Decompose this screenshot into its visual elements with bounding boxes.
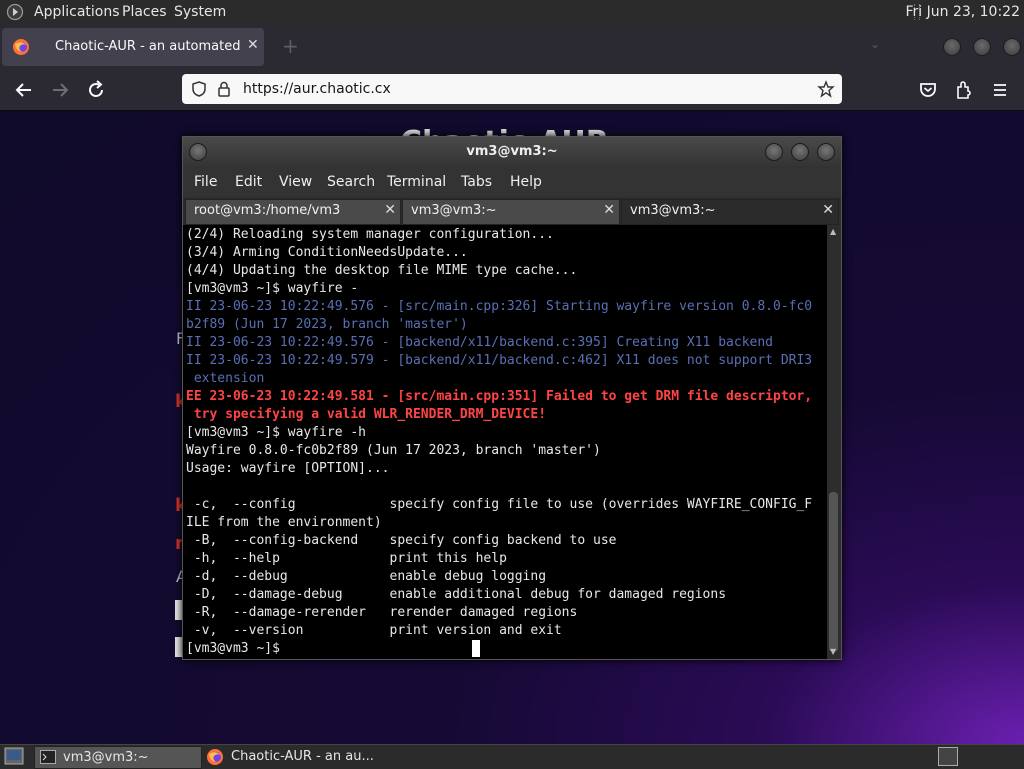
workspace-switcher[interactable] xyxy=(938,747,958,766)
url-bar[interactable]: https://aur.chaotic.cx xyxy=(182,74,842,104)
terminal-line: EE 23-06-23 10:22:49.581 - [src/main.cpp… xyxy=(186,389,813,404)
terminal-maximize-button[interactable] xyxy=(791,143,809,161)
applications-menu[interactable]: Applications xyxy=(34,4,120,20)
taskbar-label: vm3@vm3:~ xyxy=(63,750,149,765)
tab-close-icon[interactable]: ✕ xyxy=(603,202,615,218)
terminal-minimize-button[interactable] xyxy=(765,143,783,161)
firefox-icon xyxy=(13,39,29,55)
terminal-scrollbar[interactable]: ▲ ▼ xyxy=(827,225,841,659)
taskbar-firefox[interactable]: Chaotic-AUR - an au... xyxy=(204,746,404,767)
tab-close-icon[interactable]: ✕ xyxy=(384,202,396,218)
scroll-down-icon[interactable]: ▼ xyxy=(830,647,836,656)
terminal-line: -R, --damage-rerender rerender damaged r… xyxy=(186,605,578,620)
menu-terminal[interactable]: Terminal xyxy=(387,174,446,190)
browser-nav-bar: https://aur.chaotic.cx xyxy=(0,70,1024,111)
browser-tab-bar: Chaotic-AUR - an automated bu ✕ + ⌄ xyxy=(0,25,1024,70)
terminal-line: -D, --damage-debug enable additional deb… xyxy=(186,587,727,602)
menu-file[interactable]: File xyxy=(194,174,217,190)
menu-help[interactable]: Help xyxy=(510,174,542,190)
firefox-icon xyxy=(207,749,223,765)
terminal-tab-root[interactable]: root@vm3:/home/vm3 ✕ xyxy=(185,199,401,225)
terminal-tab-label: vm3@vm3:~ xyxy=(630,203,716,218)
terminal-line: [vm3@vm3 ~]$ xyxy=(186,641,288,656)
terminal-tab-label: vm3@vm3:~ xyxy=(411,203,497,218)
shield-icon[interactable] xyxy=(190,80,208,98)
terminal-line: II 23-06-23 10:22:49.576 - [src/main.cpp… xyxy=(186,299,813,314)
taskbar-label: Chaotic-AUR - an au... xyxy=(231,749,374,764)
terminal-line: II 23-06-23 10:22:49.579 - [backend/x11/… xyxy=(186,353,813,368)
terminal-line: (2/4) Reloading system manager configura… xyxy=(186,227,554,242)
terminal-line: [vm3@vm3 ~]$ wayfire -h xyxy=(186,425,367,440)
reload-icon[interactable] xyxy=(84,78,108,102)
terminal-line: [vm3@vm3 ~]$ wayfire - xyxy=(186,281,359,296)
bookmark-star-icon[interactable] xyxy=(817,80,835,98)
terminal-line: II 23-06-23 10:22:49.576 - [backend/x11/… xyxy=(186,335,773,350)
url-text[interactable]: https://aur.chaotic.cx xyxy=(243,81,391,97)
terminal-tab-label: root@vm3:/home/vm3 xyxy=(194,203,341,218)
menu-view[interactable]: View xyxy=(279,174,312,190)
back-arrow-icon[interactable] xyxy=(12,78,36,102)
lock-icon[interactable] xyxy=(216,80,232,98)
terminal-output[interactable]: (2/4) Reloading system manager configura… xyxy=(183,225,827,659)
top-panel: Applications Places System Fri Jun 23, 1… xyxy=(0,0,1024,26)
terminal-line: -c, --config specify config file to use … xyxy=(186,497,813,512)
hamburger-menu-icon[interactable] xyxy=(988,78,1012,102)
terminal-tab-vm3[interactable]: vm3@vm3:~ ✕ xyxy=(402,199,620,225)
terminal-line: -B, --config-backend specify config back… xyxy=(186,533,617,548)
minimize-button[interactable] xyxy=(943,38,961,56)
menu-tabs[interactable]: Tabs xyxy=(461,174,492,190)
menu-search[interactable]: Search xyxy=(327,174,375,190)
terminal-window: vm3@vm3:~ File Edit View Search Terminal… xyxy=(182,136,842,660)
new-tab-icon[interactable]: + xyxy=(282,34,299,58)
terminal-tab-active[interactable]: vm3@vm3:~ ✕ xyxy=(621,199,839,225)
tab-close-icon[interactable]: ✕ xyxy=(247,37,259,53)
terminal-icon xyxy=(40,750,56,764)
terminal-menubar: File Edit View Search Terminal Tabs Help xyxy=(183,167,841,197)
scroll-up-icon[interactable]: ▲ xyxy=(830,227,836,236)
terminal-close-button[interactable] xyxy=(817,143,835,161)
terminal-line: (4/4) Updating the desktop file MIME typ… xyxy=(186,263,578,278)
terminal-line: b2f89 (Jun 17 2023, branch 'master') xyxy=(186,317,468,332)
terminal-line: (3/4) Arming ConditionNeedsUpdate... xyxy=(186,245,468,260)
clock[interactable]: Fri Jun 23, 10:22 xyxy=(905,4,1020,20)
forward-arrow-icon[interactable] xyxy=(48,78,72,102)
terminal-line: Wayfire 0.8.0-fc0b2f89 (Jun 17 2023, bra… xyxy=(186,443,601,458)
system-menu[interactable]: System xyxy=(174,4,226,20)
taskbar-terminal[interactable]: vm3@vm3:~ xyxy=(34,746,202,769)
browser-tab[interactable]: Chaotic-AUR - an automated bu ✕ xyxy=(2,28,264,66)
menu-edit[interactable]: Edit xyxy=(235,174,262,190)
show-desktop-icon[interactable] xyxy=(4,747,24,765)
tab-list-chevron-icon[interactable]: ⌄ xyxy=(870,37,880,51)
terminal-line: -d, --debug enable debug logging xyxy=(186,569,547,584)
terminal-tab-bar: root@vm3:/home/vm3 ✕ vm3@vm3:~ ✕ vm3@vm3… xyxy=(183,197,841,225)
pocket-icon[interactable] xyxy=(916,78,940,102)
terminal-line: -v, --version print version and exit xyxy=(186,623,562,638)
bottom-taskbar: vm3@vm3:~ Chaotic-AUR - an au... xyxy=(0,744,1024,769)
terminal-title: vm3@vm3:~ xyxy=(466,144,558,159)
gnome-foot-icon[interactable] xyxy=(6,3,24,21)
terminal-line: try specifying a valid WLR_RENDER_DRM_DE… xyxy=(186,407,547,422)
maximize-button[interactable] xyxy=(973,38,991,56)
close-window-button[interactable] xyxy=(1003,38,1021,56)
terminal-line: ILE from the environment) xyxy=(186,515,382,530)
terminal-line: -h, --help print this help xyxy=(186,551,507,566)
tab-title: Chaotic-AUR - an automated bu xyxy=(55,39,243,54)
scrollbar-thumb[interactable] xyxy=(829,492,838,652)
places-menu[interactable]: Places xyxy=(122,4,167,20)
extensions-icon[interactable] xyxy=(952,78,976,102)
terminal-line: Usage: wayfire [OPTION]... xyxy=(186,461,390,476)
terminal-line: extension xyxy=(186,371,265,386)
tab-close-icon[interactable]: ✕ xyxy=(822,202,834,218)
terminal-cursor xyxy=(472,640,480,657)
terminal-titlebar[interactable]: vm3@vm3:~ xyxy=(183,137,841,167)
